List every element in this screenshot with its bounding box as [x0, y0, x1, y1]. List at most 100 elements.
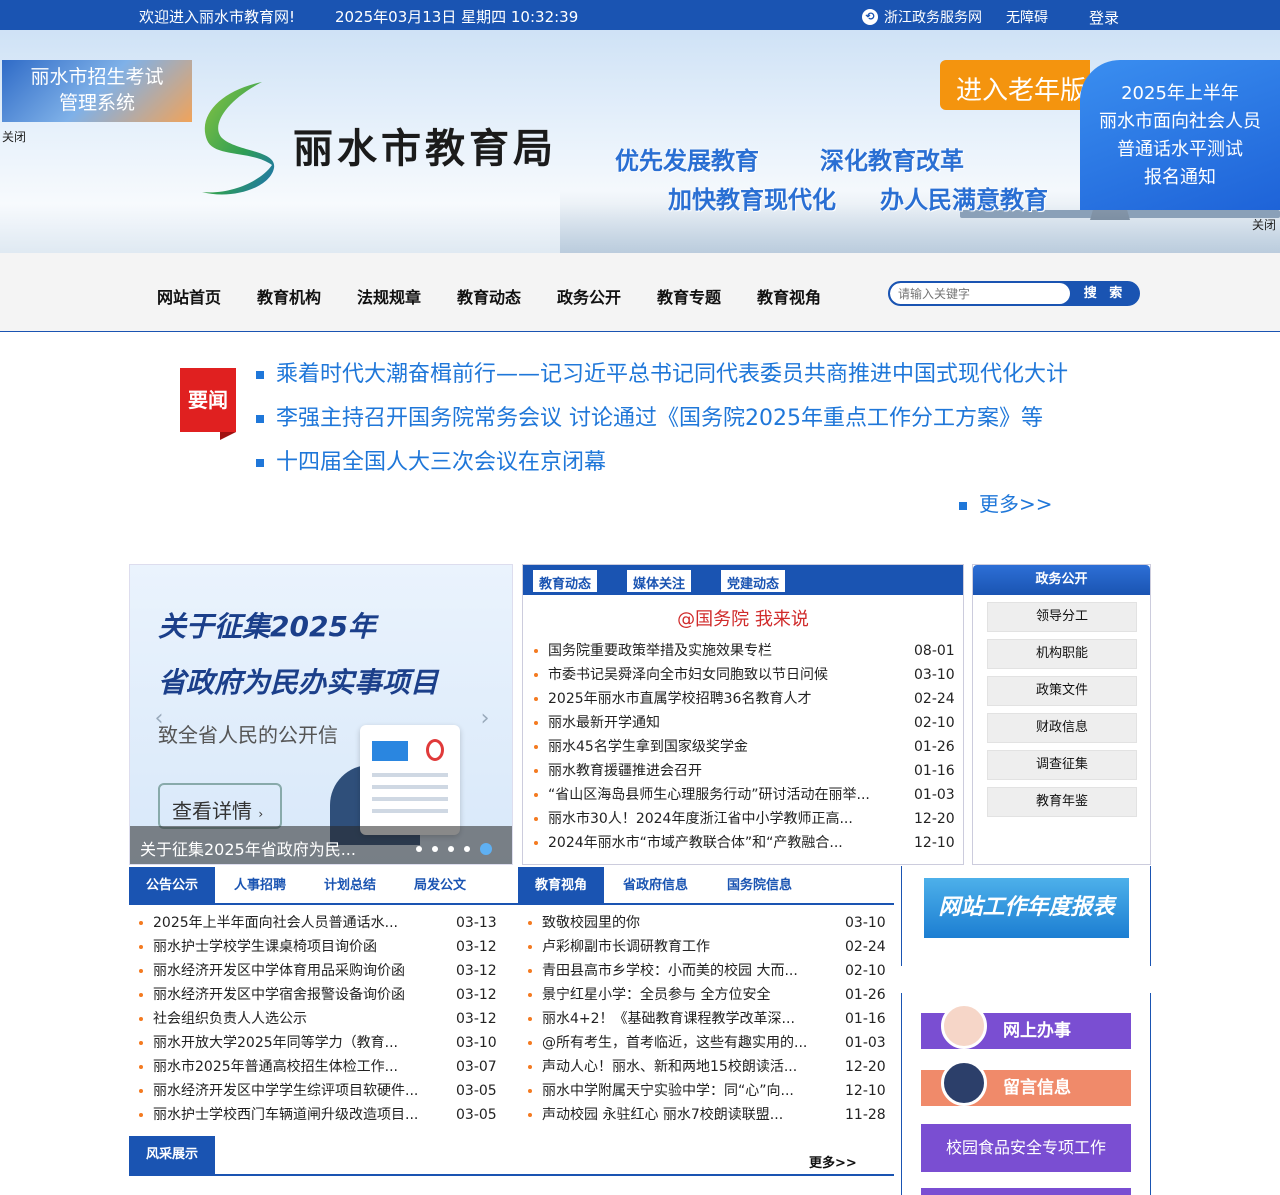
exam-system-float-ad[interactable]: 丽水市招生考试 管理系统: [2, 60, 192, 122]
list-item[interactable]: 卢彩柳副市长调研教育工作 02-24: [528, 935, 888, 959]
list-item[interactable]: 丽水经济开发区中学宿舍报警设备询价函 03-12: [139, 983, 499, 1007]
showcase-title[interactable]: 风采展示: [129, 1136, 215, 1174]
list-item-title: 丽水经济开发区中学体育用品采购询价函: [153, 963, 405, 979]
list-item[interactable]: 丽水最新开学通知 02-10: [534, 711, 955, 735]
tab-edu-perspective[interactable]: 教育视角: [518, 867, 604, 905]
list-item[interactable]: 2025年上半年面向社会人员普通话水... 03-13: [139, 911, 499, 935]
list-item-date: 03-10: [845, 915, 886, 931]
close-left-float-button[interactable]: 关闭: [2, 128, 26, 145]
mandarin-line3: 普通话水平测试: [1117, 139, 1243, 160]
nav-regulations[interactable]: 法规规章: [357, 284, 421, 308]
nav-gov-affairs[interactable]: 政务公开: [557, 284, 621, 308]
list-item[interactable]: 2025年丽水市直属学校招聘36名教育人才 02-24: [534, 687, 955, 711]
tab-plans[interactable]: 计划总结: [324, 867, 376, 905]
bullet-square-icon: [959, 501, 967, 510]
tab-announcements[interactable]: 公告公示: [129, 867, 215, 905]
bullet-square-icon: [256, 415, 264, 423]
accessibility-link[interactable]: 无障碍: [1006, 7, 1048, 27]
tab-state-council-info[interactable]: 国务院信息: [727, 867, 792, 905]
headline-more-link[interactable]: 更多>>: [959, 488, 1053, 517]
list-item[interactable]: 景宁红星小学：全员参与 全方位安全 01-26: [528, 983, 888, 1007]
tab-documents[interactable]: 局发公文: [414, 867, 466, 905]
list-item-date: 12-10: [845, 1083, 886, 1099]
tab-edu-news[interactable]: 教育动态: [533, 570, 598, 592]
search-input[interactable]: [890, 283, 1070, 304]
list-item-date: 01-03: [914, 787, 955, 803]
food-safety-button[interactable]: 校园食品安全专项工作: [921, 1124, 1131, 1172]
list-item-title: 国务院重要政策举措及实施效果专栏: [548, 643, 772, 659]
carousel-next-arrow-icon[interactable]: ›: [470, 705, 500, 735]
headline-item[interactable]: 十四届全国人大三次会议在京闭幕: [256, 444, 606, 476]
message-button[interactable]: 留言信息: [921, 1060, 1131, 1106]
carousel-dot[interactable]: [416, 846, 422, 852]
list-item[interactable]: 丽水开放大学2025年同等学力（教育... 03-10: [139, 1031, 499, 1055]
list-item[interactable]: @所有考生，首考临近，这些有趣实用的... 01-03: [528, 1031, 888, 1055]
list-item[interactable]: 声动校园 永驻红心 丽水7校朗读联盟... 11-28: [528, 1103, 888, 1127]
list-item[interactable]: 2024年丽水市“市域产教联合体”和“产教融合... 12-10: [534, 831, 955, 855]
elderly-version-button[interactable]: 进入老年版: [940, 60, 1090, 110]
nav-institutions[interactable]: 教育机构: [257, 284, 321, 308]
nav-perspective[interactable]: 教育视角: [757, 284, 821, 308]
exam-system-line1: 丽水市招生考试: [30, 66, 164, 88]
tab-media[interactable]: 媒体关注: [627, 570, 692, 592]
list-item[interactable]: “省山区海岛县师生心理服务行动”研讨活动在丽举... 01-03: [534, 783, 955, 807]
list-item[interactable]: 丽水4+2！《基础教育课程教学改革深... 01-16: [528, 1007, 888, 1031]
list-item[interactable]: 丽水市30人！2024年度浙江省中小学教师正高... 12-20: [534, 807, 955, 831]
online-service-button[interactable]: 网上办事: [921, 1003, 1131, 1049]
annual-report-banner[interactable]: 网站工作年度报表: [924, 878, 1129, 938]
headline-item[interactable]: 乘着时代大潮奋楫前行——记习近平总书记同代表委员共商推进中国式现代化大计: [256, 356, 1068, 388]
list-item-date: 03-12: [456, 939, 497, 955]
list-item[interactable]: 丽水经济开发区中学体育用品采购询价函 03-12: [139, 959, 499, 983]
list-item[interactable]: 丽水市2025年普通高校招生体检工作... 03-07: [139, 1055, 499, 1079]
list-item[interactable]: 丽水教育援疆推进会召开 01-16: [534, 759, 955, 783]
list-item[interactable]: 丽水中学附属天宁实验中学：同“心”向... 12-10: [528, 1079, 888, 1103]
view-details-button[interactable]: 查看详情 ›: [158, 783, 282, 829]
list-item[interactable]: 丽水45名学生拿到国家级奖学金 01-26: [534, 735, 955, 759]
list-item-date: 03-12: [456, 963, 497, 979]
carousel-dot[interactable]: [432, 846, 438, 852]
nav-news[interactable]: 教育动态: [457, 284, 521, 308]
bullet-dot-icon: [139, 945, 143, 949]
tab-party[interactable]: 党建动态: [721, 570, 786, 592]
list-item[interactable]: 丽水护士学校西门车辆道闸升级改造项目... 03-05: [139, 1103, 499, 1127]
close-right-float-button[interactable]: 关闭: [1252, 216, 1276, 233]
headline-text: 十四届全国人大三次会议在京闭幕: [276, 450, 607, 475]
list-item[interactable]: 丽水经济开发区中学学生综评项目软硬件... 03-05: [139, 1079, 499, 1103]
list-item[interactable]: 社会组织负责人人选公示 03-12: [139, 1007, 499, 1031]
list-item[interactable]: 丽水护士学校学生课桌椅项目询价函 03-12: [139, 935, 499, 959]
carousel-prev-arrow-icon[interactable]: ‹: [144, 705, 174, 735]
feature-carousel[interactable]: 关于征集2025年 省政府为民办实事项目 致全省人民的公开信 查看详情 › ‹ …: [129, 564, 513, 865]
showcase-more-link[interactable]: 更多>>: [809, 1152, 857, 1171]
list-item-date: 12-10: [914, 835, 955, 851]
list-item[interactable]: 青田县高市乡学校：小而美的校园 大而... 02-10: [528, 959, 888, 983]
search-button[interactable]: 搜 索: [1072, 283, 1138, 304]
login-link[interactable]: 登录: [1089, 7, 1119, 28]
gov-btn-yearbook[interactable]: 教育年鉴: [987, 787, 1137, 817]
list-item-title: 2025年丽水市直属学校招聘36名教育人才: [548, 691, 812, 707]
bullet-dot-icon: [528, 945, 532, 949]
slogan-2: 深化教育改革: [820, 147, 964, 175]
list-item[interactable]: 声动人心！丽水、新和两地15校朗读活... 12-20: [528, 1055, 888, 1079]
carousel-dot-active[interactable]: [480, 843, 492, 855]
gov-btn-leadership[interactable]: 领导分工: [987, 602, 1137, 632]
state-council-highlight[interactable]: @国务院 我来说: [523, 605, 963, 631]
tab-recruitment[interactable]: 人事招聘: [234, 867, 286, 905]
gov-btn-policy[interactable]: 政策文件: [987, 676, 1137, 706]
nav-home[interactable]: 网站首页: [157, 284, 221, 308]
headline-item[interactable]: 李强主持召开国务院常务会议 讨论通过《国务院2025年重点工作分工方案》等: [256, 400, 1043, 432]
zj-service-link[interactable]: ⟲ 浙江政务服务网: [862, 7, 982, 27]
mandarin-line2: 丽水市面向社会人员: [1099, 111, 1261, 132]
tab-province-info[interactable]: 省政府信息: [623, 867, 688, 905]
next-service-button[interactable]: [921, 1188, 1131, 1195]
edu-news-list: 国务院重要政策举措及实施效果专栏 08-01 市委书记吴舜泽向全市妇女同胞致以节日问…: [534, 639, 955, 855]
carousel-dot[interactable]: [464, 846, 470, 852]
list-item[interactable]: 国务院重要政策举措及实施效果专栏 08-01: [534, 639, 955, 663]
mandarin-test-float-ad[interactable]: 2025年上半年 丽水市面向社会人员 普通话水平测试 报名通知: [1080, 60, 1280, 210]
carousel-dot[interactable]: [448, 846, 454, 852]
gov-btn-functions[interactable]: 机构职能: [987, 639, 1137, 669]
list-item[interactable]: 市委书记吴舜泽向全市妇女同胞致以节日问候 03-10: [534, 663, 955, 687]
gov-btn-finance[interactable]: 财政信息: [987, 713, 1137, 743]
nav-topics[interactable]: 教育专题: [657, 284, 721, 308]
list-item[interactable]: 致敬校园里的你 03-10: [528, 911, 888, 935]
gov-btn-survey[interactable]: 调查征集: [987, 750, 1137, 780]
